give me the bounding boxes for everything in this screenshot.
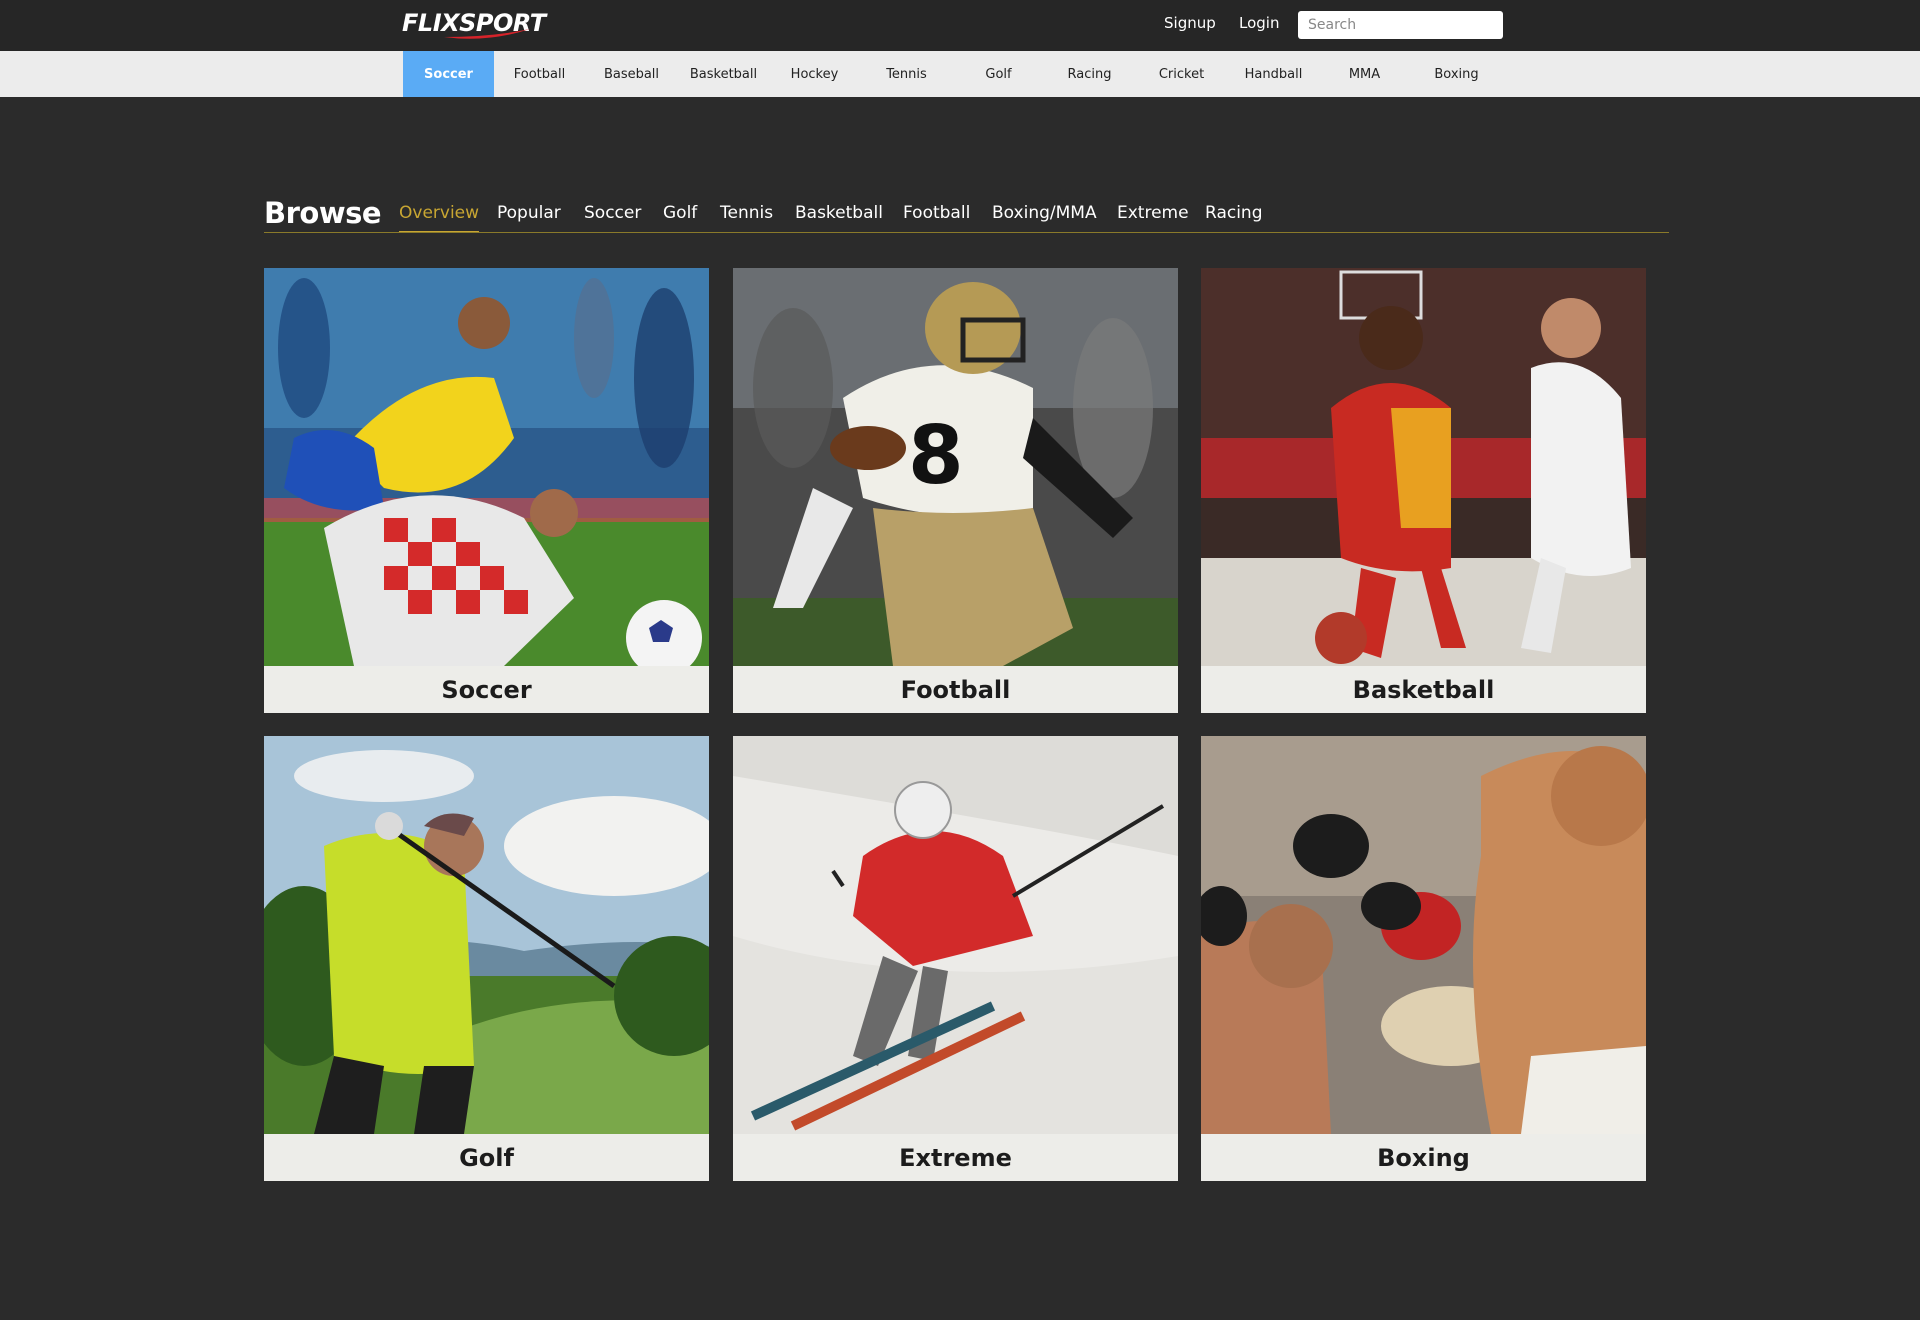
card-label-bar: Boxing (1201, 1134, 1646, 1181)
browse-tab-golf[interactable]: Golf (663, 203, 697, 233)
browse-tab-overview[interactable]: Overview (399, 203, 480, 233)
category-card-football[interactable]: 8 Football (733, 268, 1178, 713)
card-label: Soccer (441, 675, 532, 704)
golfer-photo (264, 736, 709, 1134)
svg-text:8: 8 (908, 409, 964, 502)
browse-title: Browse (264, 196, 382, 230)
browse-tab-extreme[interactable]: Extreme (1117, 203, 1189, 233)
sport-tab-racing[interactable]: Racing (1044, 51, 1135, 97)
sport-tab-hockey[interactable]: Hockey (769, 51, 860, 97)
browse-divider (264, 232, 1669, 233)
signup-link[interactable]: Signup (1164, 14, 1216, 32)
flixsport-logo[interactable]: FLIXSPORT (402, 10, 546, 40)
card-label-bar: Soccer (264, 666, 709, 713)
sport-tab-tennis[interactable]: Tennis (861, 51, 952, 97)
basketball-players-photo (1201, 268, 1646, 666)
sports-nav: Soccer Football Baseball Basketball Hock… (0, 51, 1920, 97)
sport-tab-soccer[interactable]: Soccer (403, 51, 494, 97)
browse-tab-popular[interactable]: Popular (497, 203, 561, 233)
card-label: Extreme (899, 1143, 1012, 1172)
card-label-bar: Golf (264, 1134, 709, 1181)
category-card-soccer[interactable]: Soccer (264, 268, 709, 713)
browse-tab-boxing-mma[interactable]: Boxing/MMA (992, 203, 1097, 233)
sport-tab-football[interactable]: Football (494, 51, 585, 97)
sport-tab-golf[interactable]: Golf (953, 51, 1044, 97)
card-label-bar: Basketball (1201, 666, 1646, 713)
sport-tab-handball[interactable]: Handball (1228, 51, 1319, 97)
top-bar: FLIXSPORT Signup Login (0, 0, 1920, 51)
logo-swoosh-icon (444, 29, 530, 39)
search-input[interactable] (1298, 11, 1503, 39)
card-label: Boxing (1377, 1143, 1470, 1172)
browse-tab-basketball[interactable]: Basketball (795, 203, 883, 233)
category-card-boxing[interactable]: Boxing (1201, 736, 1646, 1181)
card-label: Football (900, 675, 1011, 704)
category-card-basketball[interactable]: Basketball (1201, 268, 1646, 713)
sport-tab-baseball[interactable]: Baseball (586, 51, 677, 97)
category-card-extreme[interactable]: Extreme (733, 736, 1178, 1181)
card-label-bar: Football (733, 666, 1178, 713)
football-player-photo: 8 (733, 268, 1178, 666)
browse-tab-football[interactable]: Football (903, 203, 970, 233)
login-link[interactable]: Login (1239, 14, 1279, 32)
sport-tab-basketball[interactable]: Basketball (678, 51, 769, 97)
category-card-golf[interactable]: Golf (264, 736, 709, 1181)
skier-photo (733, 736, 1178, 1134)
card-label: Golf (459, 1143, 514, 1172)
browse-tab-tennis[interactable]: Tennis (720, 203, 773, 233)
boxers-photo (1201, 736, 1646, 1134)
browse-tab-racing[interactable]: Racing (1205, 203, 1263, 233)
soccer-players-photo (264, 268, 709, 666)
sport-tab-mma[interactable]: MMA (1319, 51, 1410, 97)
sport-tab-cricket[interactable]: Cricket (1136, 51, 1227, 97)
card-label: Basketball (1352, 675, 1495, 704)
sport-tab-boxing[interactable]: Boxing (1411, 51, 1502, 97)
card-label-bar: Extreme (733, 1134, 1178, 1181)
browse-tab-soccer[interactable]: Soccer (584, 203, 641, 233)
